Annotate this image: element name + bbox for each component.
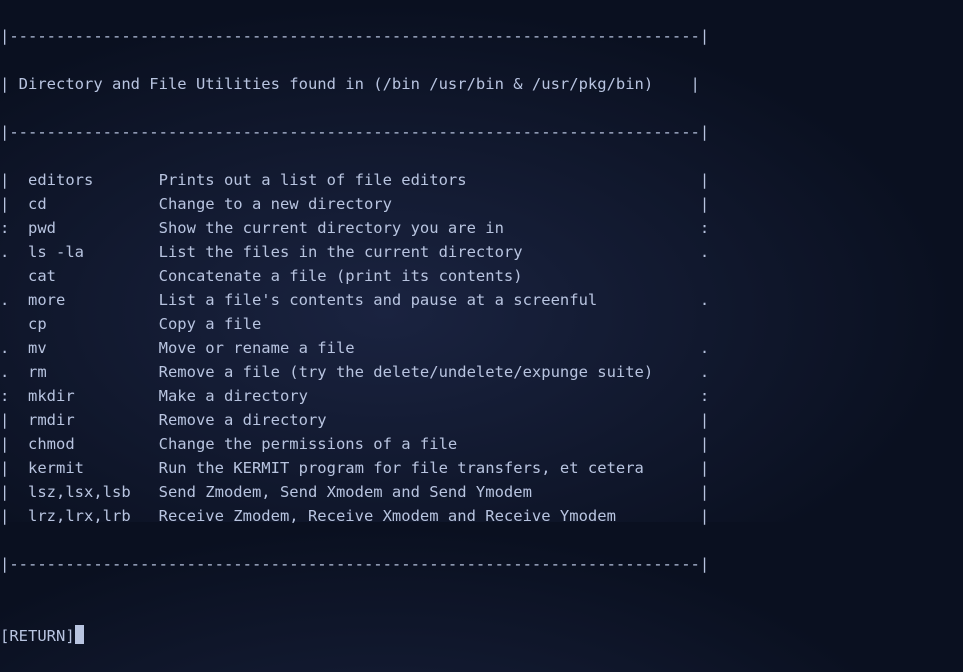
terminal-screen: |---------------------------------------… (0, 0, 963, 672)
table-row: . mv Move or rename a file . (0, 336, 963, 360)
border-top: |---------------------------------------… (0, 24, 963, 48)
table-row: | editors Prints out a list of file edit… (0, 168, 963, 192)
table-row: : pwd Show the current directory you are… (0, 216, 963, 240)
table-row: | lsz,lsx,lsb Send Zmodem, Send Xmodem a… (0, 480, 963, 504)
cursor-icon (75, 625, 84, 644)
border-mid: |---------------------------------------… (0, 120, 963, 144)
table-row: cp Copy a file (0, 312, 963, 336)
table-row: : mkdir Make a directory : (0, 384, 963, 408)
table-row: | lrz,lrx,lrb Receive Zmodem, Receive Xm… (0, 504, 963, 528)
prompt-label: [RETURN] (0, 627, 75, 645)
prompt-row[interactable]: [RETURN] (0, 624, 963, 648)
table-row: | cd Change to a new directory | (0, 192, 963, 216)
table-row: | chmod Change the permissions of a file… (0, 432, 963, 456)
border-bottom: |---------------------------------------… (0, 552, 963, 576)
table-row: . more List a file's contents and pause … (0, 288, 963, 312)
table-row: | rmdir Remove a directory | (0, 408, 963, 432)
table-title: | Directory and File Utilities found in … (0, 72, 963, 96)
table-row: cat Concatenate a file (print its conten… (0, 264, 963, 288)
table-row: . ls -la List the files in the current d… (0, 240, 963, 264)
table-row: | kermit Run the KERMIT program for file… (0, 456, 963, 480)
table-row: . rm Remove a file (try the delete/undel… (0, 360, 963, 384)
